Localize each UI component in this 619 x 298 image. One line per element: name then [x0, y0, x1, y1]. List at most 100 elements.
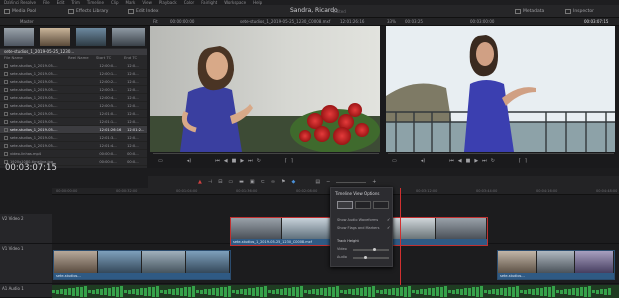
column-header[interactable]: End TC	[124, 55, 144, 61]
waveform-bar	[520, 290, 523, 293]
blade-tool-icon[interactable]: ⊟	[218, 179, 222, 185]
track-name[interactable]: Video 2	[9, 216, 24, 221]
timeline-clip-v1[interactable]: sete-studios...	[53, 250, 231, 280]
waveform-bar	[528, 289, 531, 294]
video-height-slider[interactable]	[353, 249, 389, 251]
waveform-bar	[132, 289, 135, 294]
stop-icon[interactable]: ■	[466, 158, 471, 164]
edit-index-button[interactable]: Edit Index	[128, 7, 159, 16]
timeline-view-options-icon[interactable]: ▤	[315, 179, 320, 185]
play-reverse-icon[interactable]: ◀	[458, 158, 462, 164]
selection-tool-icon[interactable]: ▲	[198, 179, 202, 185]
viewer-options-icon[interactable]: ▭	[158, 158, 163, 164]
marker-icon[interactable]: ◆	[291, 179, 295, 185]
zoom-in-icon[interactable]: +	[372, 179, 376, 185]
waveform-bar	[284, 288, 287, 295]
media-pool-row[interactable]: sete-studios_1_2019-05-... 12:00:1... 12:0…	[0, 70, 147, 78]
column-header[interactable]: Start TC	[96, 55, 124, 61]
viewer-header-bar: Master Fit 00:00:00:00 sete-studios_1_20…	[0, 18, 619, 26]
zoom-slider[interactable]	[336, 181, 367, 183]
metadata-button[interactable]: Metadata	[515, 7, 544, 16]
stop-icon[interactable]: ■	[232, 158, 237, 164]
waveform-bar	[92, 289, 95, 294]
loop-icon[interactable]: ↻	[491, 158, 495, 164]
link-icon[interactable]: ∞	[271, 179, 275, 185]
waveform-bar	[440, 286, 443, 297]
media-pool-row[interactable]: sete-studios_1_2019-05-... 12:01:26:16 12:…	[0, 126, 147, 134]
clip-thumbnail[interactable]	[76, 28, 106, 46]
viewer-options-icon[interactable]: ▭	[392, 158, 397, 164]
snapping-icon[interactable]: ⊂	[261, 179, 265, 185]
timeline-zoom[interactable]: 33%	[387, 19, 396, 24]
media-pool-panel: sete-studios_1_2019-05-25_1230... File N…	[0, 26, 147, 174]
audio-icon[interactable]: ◂)	[421, 158, 425, 164]
cell-sp: 12:0...	[127, 135, 139, 140]
clip-thumbnail[interactable]	[40, 28, 70, 46]
mark-in-icon[interactable]: ⌈	[285, 158, 287, 164]
play-icon[interactable]: ▶	[240, 158, 244, 164]
column-header[interactable]: Reel Name	[68, 55, 96, 61]
inspector-button[interactable]: Inspector	[565, 7, 594, 16]
audio-height-label: Audio	[337, 255, 347, 259]
view-mode-thumbnail-button[interactable]	[355, 201, 371, 209]
media-pool-row[interactable]: sete-studios_1_2019-05-... 12:01:4... 12:0…	[0, 142, 147, 150]
flags-check-icon[interactable]: ✓	[387, 225, 390, 230]
track-name[interactable]: Audio 1	[9, 286, 24, 291]
timeline-timecode[interactable]: 00:03:07:15	[5, 163, 57, 173]
source-zoom[interactable]: Fit	[153, 19, 158, 24]
play-reverse-icon[interactable]: ◀	[224, 158, 228, 164]
audio-height-slider[interactable]	[353, 257, 389, 259]
media-pool-row[interactable]: sete-studios_1_2019-05-... 12:01:1... 12:0…	[0, 118, 147, 126]
waveform-bar	[244, 288, 247, 295]
playhead[interactable]	[400, 188, 401, 298]
source-scrubber[interactable]	[153, 153, 379, 154]
cell-sp: 12:0...	[127, 103, 139, 108]
trim-tool-icon[interactable]: ⊣	[208, 179, 212, 185]
replace-icon[interactable]: ▣	[250, 179, 255, 185]
media-pool-row[interactable]: sete-studios_1_2019-05-... 12:00:5... 12:0…	[0, 102, 147, 110]
media-pool-row[interactable]: sete-studios_1_2019-05-... 12:00:4... 12:0…	[0, 94, 147, 102]
timeline-scrubber[interactable]	[388, 153, 614, 154]
audio-icon[interactable]: ◂)	[187, 158, 191, 164]
waveform-bar	[480, 286, 483, 297]
media-pool-row[interactable]: sete-studios_1_2019-05-... 12:00:3... 12:0…	[0, 86, 147, 94]
waveform-bar	[52, 290, 55, 293]
audio-clip-a1[interactable]	[52, 285, 619, 298]
track-name[interactable]: Video 1	[9, 246, 24, 251]
waveforms-check-icon[interactable]: ✓	[387, 217, 390, 222]
clip-thumbnail[interactable]	[112, 28, 145, 46]
clip-thumbnail[interactable]	[4, 28, 34, 46]
play-icon[interactable]: ▶	[474, 158, 478, 164]
media-pool-row[interactable]: sete-studios_1_2019-05-... 12:01:0... 12:0…	[0, 110, 147, 118]
jump-start-icon[interactable]: ⏮	[215, 158, 220, 164]
flag-icon[interactable]: ⚑	[281, 179, 285, 185]
insert-icon[interactable]: ▭	[228, 179, 233, 185]
show-waveforms-label[interactable]: Show Audio Waveforms	[337, 218, 378, 222]
media-pool-row[interactable]: video-linhas.mp4 00:00:0... 00:0...	[0, 150, 147, 158]
effects-library-button[interactable]: Effects Library	[68, 7, 108, 16]
waveform-bar	[388, 288, 391, 295]
media-pool-row[interactable]: sete-studios_1_2019-05-... 12:01:3... 12:0…	[0, 134, 147, 142]
jump-end-icon[interactable]: ⏭	[482, 158, 487, 164]
timeline-viewer[interactable]	[386, 26, 615, 152]
source-viewer[interactable]	[150, 26, 380, 153]
cell-st: 12:01:4...	[99, 143, 117, 148]
media-pool-row[interactable]: sete-studios_1_2019-05-... 12:00:0... 12:0…	[0, 62, 147, 70]
view-mode-filmstrip-button[interactable]	[337, 201, 353, 209]
timeline-clip-v1[interactable]: sete-studios...	[497, 250, 615, 280]
bin-name[interactable]: Master	[20, 19, 34, 24]
waveform-bar	[188, 286, 191, 297]
overwrite-icon[interactable]: ▬	[239, 179, 244, 185]
column-header[interactable]: File Name	[0, 55, 68, 61]
show-flags-label[interactable]: Show Flags and Markers	[337, 226, 379, 230]
zoom-out-icon[interactable]: −	[326, 179, 330, 185]
mark-out-icon[interactable]: ⌉	[291, 158, 293, 164]
mark-out-icon[interactable]: ⌉	[525, 158, 527, 164]
media-pool-row[interactable]: sete-studios_1_2019-05-... 12:00:2... 12:0…	[0, 78, 147, 86]
view-mode-simple-button[interactable]	[373, 201, 389, 209]
jump-end-icon[interactable]: ⏭	[248, 158, 253, 164]
jump-start-icon[interactable]: ⏮	[449, 158, 454, 164]
media-pool-button[interactable]: Media Pool	[4, 7, 36, 16]
loop-icon[interactable]: ↻	[257, 158, 261, 164]
mark-in-icon[interactable]: ⌈	[519, 158, 521, 164]
